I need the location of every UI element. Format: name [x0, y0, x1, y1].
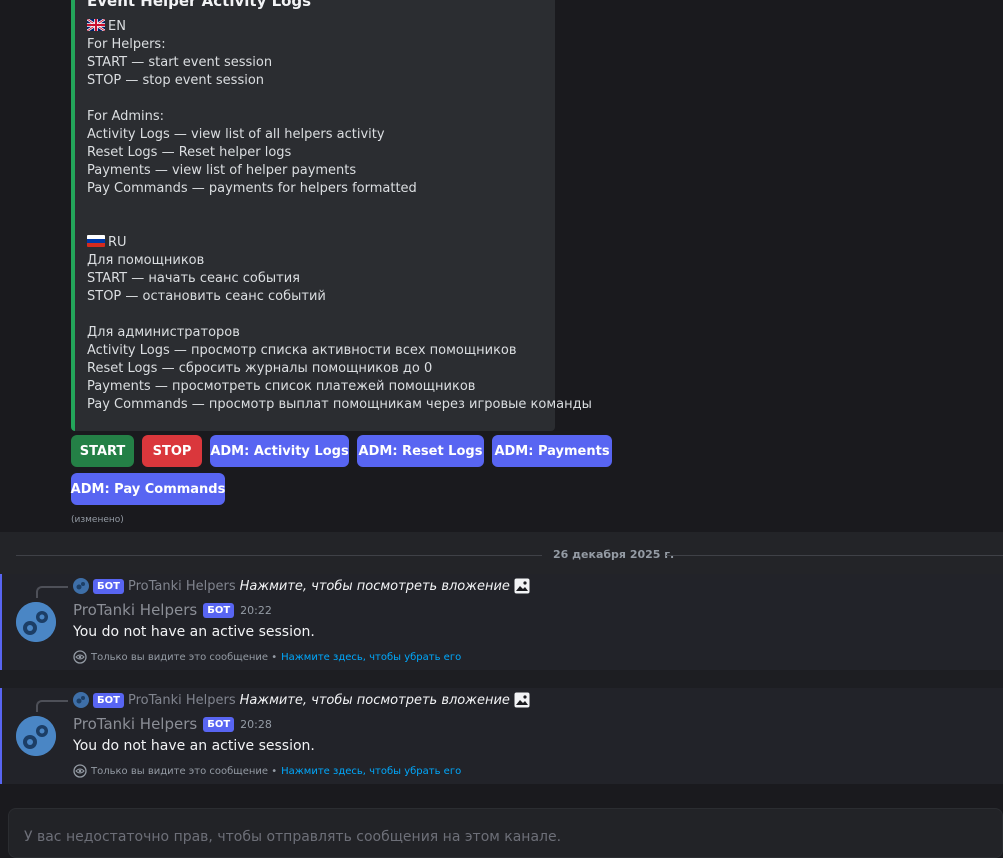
embed-line: Pay Commands — просмотр выплат помощника… [87, 397, 592, 412]
eye-icon [73, 764, 87, 778]
reply-author[interactable]: ProTanki Helpers [128, 579, 236, 594]
embed-line: Activity Logs — view list of all helpers… [87, 127, 385, 142]
message-gap [0, 670, 1003, 688]
embed-line: Payments — view list of helper payments [87, 163, 357, 178]
reply-avatar[interactable] [73, 692, 89, 708]
author-name[interactable]: ProTanki Helpers [73, 715, 197, 733]
bot-tag: БОТ [203, 602, 235, 618]
embed-line [87, 90, 592, 108]
embed-line [87, 198, 592, 216]
ephemeral-notice: Только вы видите это сообщение • Нажмите… [73, 764, 461, 778]
date-label: 26 декабря 2025 г. [553, 548, 675, 561]
embed-line [87, 306, 592, 324]
start-button[interactable]: START [71, 435, 134, 467]
no-permission-text: У вас недостаточно прав, чтобы отправлят… [24, 829, 562, 845]
divider-line [666, 555, 1003, 556]
embed-card: Event Helper Activity Logs EN For Helper… [71, 0, 592, 431]
timestamp: 20:22 [240, 603, 272, 617]
reply-spine [36, 586, 68, 598]
embed-line: STOP — остановить сеанс событий [87, 289, 326, 304]
edited-label: (изменено) [71, 515, 124, 525]
message-content: You do not have an active session. [73, 624, 315, 640]
ephemeral-text: Только вы видите это сообщение • [91, 765, 278, 777]
bot-avatar[interactable] [16, 716, 56, 756]
embed-line: Pay Commands — payments for helpers form… [87, 181, 417, 196]
bot-tag: БОТ [93, 692, 124, 708]
ephemeral-message: БОТ ProTanki Helpers Нажмите, чтобы посм… [0, 688, 1003, 784]
pay-commands-button[interactable]: ADM: Pay Commands [71, 473, 225, 505]
stop-button[interactable]: STOP [142, 435, 202, 467]
reply-avatar[interactable] [73, 578, 89, 594]
payments-button[interactable]: ADM: Payments [492, 435, 612, 467]
embed-title: Event Helper Activity Logs [87, 0, 312, 10]
timestamp: 20:28 [240, 717, 272, 731]
message-content: You do not have an active session. [73, 738, 315, 754]
embed-line: Для администраторов [87, 325, 240, 340]
button-row-2: ADM: Pay Commands [71, 473, 225, 505]
divider-line [16, 555, 542, 556]
image-icon [514, 578, 530, 594]
embed-line: START — start event session [87, 55, 273, 70]
reply-spine [36, 700, 68, 712]
embed-line: EN [87, 18, 592, 36]
reset-logs-button[interactable]: ADM: Reset Logs [357, 435, 484, 467]
ephemeral-notice: Только вы видите это сообщение • Нажмите… [73, 650, 461, 664]
message-header: ProTanki Helpers БОТ 20:22 [73, 601, 272, 619]
embed-line: Reset Logs — сбросить журналы помощников… [87, 361, 433, 376]
reply-author[interactable]: ProTanki Helpers [128, 693, 236, 708]
embed-line: Для помощников [87, 253, 205, 268]
activity-logs-button[interactable]: ADM: Activity Logs [210, 435, 349, 467]
reply-text[interactable]: Нажмите, чтобы посмотреть вложение [240, 579, 510, 594]
embed-line: START — начать сеанс события [87, 271, 300, 286]
embed-line: Reset Logs — Reset helper logs [87, 145, 292, 160]
dismiss-link[interactable]: Нажмите здесь, чтобы убрать его [281, 766, 461, 777]
reply-preview[interactable]: БОТ ProTanki Helpers Нажмите, чтобы посм… [73, 577, 530, 595]
bot-avatar[interactable] [16, 602, 56, 642]
message-input-area: У вас недостаточно прав, чтобы отправлят… [0, 785, 1003, 858]
ephemeral-text: Только вы видите это сообщение • [91, 651, 278, 663]
uk-flag-icon [87, 19, 105, 31]
eye-icon [73, 650, 87, 664]
embed-line: Activity Logs — просмотр списка активнос… [87, 343, 517, 358]
embed-line: For Admins: [87, 109, 165, 124]
embed-line: STOP — stop event session [87, 73, 265, 88]
message-input[interactable]: У вас недостаточно прав, чтобы отправлят… [8, 808, 1003, 858]
image-icon [514, 692, 530, 708]
bot-tag: БОТ [203, 716, 235, 732]
ephemeral-message: БОТ ProTanki Helpers Нажмите, чтобы посм… [0, 574, 1003, 670]
embed-line [87, 216, 592, 234]
embed-line: RU [87, 234, 592, 252]
embed-line: Payments — просмотреть список платежей п… [87, 379, 476, 394]
dismiss-link[interactable]: Нажмите здесь, чтобы убрать его [281, 652, 461, 663]
reply-text[interactable]: Нажмите, чтобы посмотреть вложение [240, 693, 510, 708]
button-row-1: START STOP ADM: Activity Logs ADM: Reset… [71, 435, 612, 467]
author-name[interactable]: ProTanki Helpers [73, 601, 197, 619]
bot-tag: БОТ [93, 578, 124, 594]
reply-preview[interactable]: БОТ ProTanki Helpers Нажмите, чтобы посм… [73, 691, 530, 709]
bot-message-embed: Event Helper Activity Logs EN For Helper… [0, 0, 1003, 532]
russia-flag-icon [87, 235, 105, 247]
message-header: ProTanki Helpers БОТ 20:28 [73, 715, 272, 733]
date-divider: 26 декабря 2025 г. [0, 532, 1003, 574]
embed-line: For Helpers: [87, 37, 166, 52]
embed-description: EN For Helpers: START — start event sess… [87, 18, 592, 414]
